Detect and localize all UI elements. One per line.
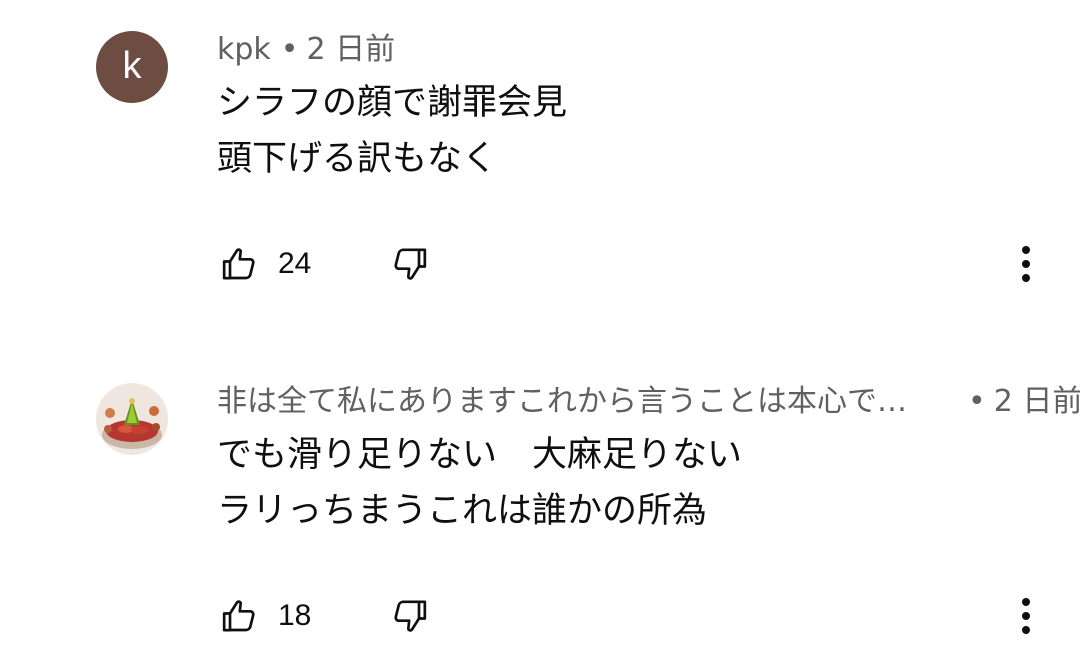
more-vert-icon [1010, 244, 1042, 284]
avatar[interactable] [96, 383, 168, 455]
author-name[interactable]: kpk [217, 32, 271, 67]
like-count: 18 [278, 599, 312, 632]
thumbs-down-icon [389, 596, 429, 636]
thumbs-down-icon [389, 244, 429, 284]
comment-meta-time: • 2 日前 [968, 384, 1080, 420]
dislike-button[interactable] [389, 596, 429, 636]
food-platter-avatar-icon [96, 383, 168, 455]
comment-meta: kpk • 2 日前 [217, 32, 395, 68]
meta-separator: • [968, 384, 986, 419]
like-button[interactable]: 18 [220, 596, 311, 636]
comment-text-line-1: でも滑り足りない 大麻足りない [217, 435, 743, 475]
avatar[interactable]: k [96, 31, 168, 103]
meta-separator: • [280, 32, 299, 67]
more-options-button[interactable] [1010, 244, 1042, 284]
comment-time[interactable]: 2 日前 [994, 384, 1080, 419]
like-count: 24 [278, 247, 312, 280]
thumbs-up-icon [220, 244, 260, 284]
comment-time[interactable]: 2 日前 [307, 32, 396, 67]
comment-text-line-2: 頭下げる訳もなく [217, 139, 498, 179]
more-options-button[interactable] [1010, 596, 1042, 636]
thumbs-up-icon [220, 596, 260, 636]
dislike-button[interactable] [389, 244, 429, 284]
comment-text-line-2: ラリっちまうこれは誰かの所為 [217, 491, 708, 531]
like-button[interactable]: 24 [220, 244, 311, 284]
comment-text-line-1: シラフの顔で謝罪会見 [217, 83, 568, 123]
author-name[interactable]: 非は全て私にありますこれから言うことは本心で… [217, 384, 907, 420]
more-vert-icon [1010, 596, 1042, 636]
